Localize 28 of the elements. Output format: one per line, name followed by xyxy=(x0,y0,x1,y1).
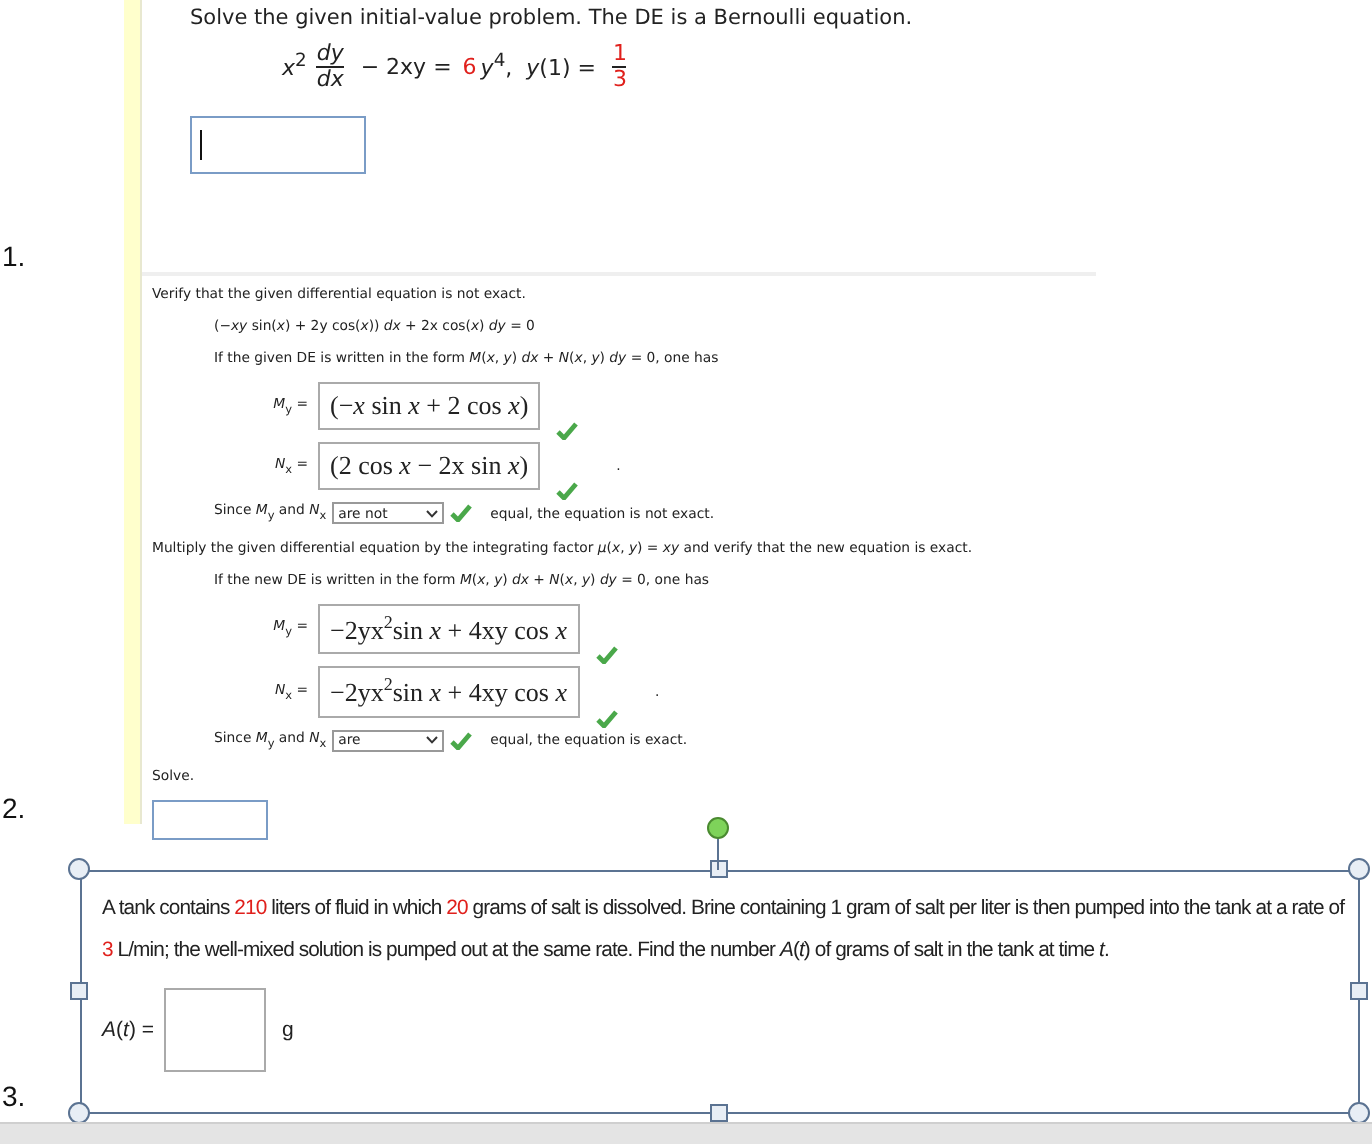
math-answer-field[interactable]: −2yx$^{2}$sin x + 4xy cos x xyxy=(318,666,579,718)
answer-field[interactable] xyxy=(163,988,266,1072)
resize-handle[interactable] xyxy=(709,1103,727,1121)
question-number: 2. xyxy=(0,792,28,824)
resize-handle[interactable] xyxy=(1349,981,1367,999)
math-answer-field[interactable]: (2 cos x − 2x sin x) xyxy=(318,442,541,490)
resize-handle[interactable] xyxy=(709,859,727,877)
resize-handle[interactable] xyxy=(69,981,87,999)
question-text: A tank contains 210 liters of fluid in which 20 grams of salt is dissolved. Brine containing 1 gram of salt per liter is then pumped into the tank at a rate of 3 L/min; the well-mixed solution is pumped out at the same rate. Find the number A(t) of grams of salt in the tank at time t. xyxy=(102,896,1346,966)
question-number: 3. xyxy=(0,1080,28,1112)
rotate-handle[interactable] xyxy=(706,816,730,870)
resize-handle[interactable] xyxy=(67,857,89,879)
resize-handle[interactable] xyxy=(1347,1101,1369,1123)
selection-frame[interactable] xyxy=(80,870,1360,1114)
question-text: Solve the given initial-value problem. The DE is a Bernoulli equation. xyxy=(190,6,915,30)
resize-handle[interactable] xyxy=(67,1101,89,1123)
highlighted-value: 6 xyxy=(462,53,477,80)
caret-icon xyxy=(426,736,439,745)
resize-handle[interactable] xyxy=(1347,857,1369,879)
answer-field[interactable] xyxy=(152,799,268,840)
caret-icon xyxy=(426,509,439,517)
math-answer-field[interactable]: −2yx$^{2}$sin x + 4xy cos x xyxy=(318,604,579,655)
answer-label: A(t) = xyxy=(102,1018,154,1042)
math-answer-field[interactable]: (−x sin x + 2 cos x) xyxy=(318,382,541,430)
highlighted-value: 1 3 xyxy=(612,42,627,91)
unit-text: g xyxy=(281,1018,294,1042)
question-number: 1. xyxy=(0,240,28,272)
answer-field[interactable] xyxy=(190,116,366,175)
